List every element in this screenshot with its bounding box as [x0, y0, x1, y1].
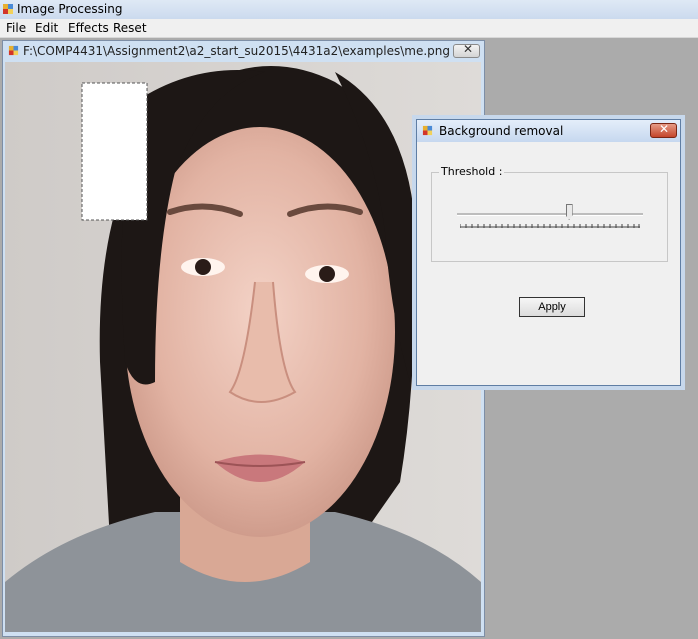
close-icon: ✕ — [659, 122, 670, 136]
menubar: File Edit Effects Reset — [0, 19, 698, 38]
threshold-group: Threshold : — [431, 165, 668, 262]
app-icon — [3, 4, 13, 14]
app-icon — [422, 125, 433, 136]
threshold-label: Threshold : — [439, 165, 505, 178]
menu-file[interactable]: File — [6, 21, 26, 35]
app-titlebar: Image Processing — [0, 0, 698, 19]
close-icon: ✕ — [463, 42, 474, 56]
menu-edit[interactable]: Edit — [35, 21, 58, 35]
threshold-slider-thumb[interactable] — [565, 204, 573, 220]
app-title: Image Processing — [17, 2, 123, 16]
image-canvas[interactable] — [5, 62, 481, 632]
threshold-slider-track[interactable] — [457, 213, 643, 216]
dialog-close-button[interactable]: ✕ — [650, 122, 677, 138]
background-removal-dialog: Background removal ✕ Threshold : Apply — [416, 119, 681, 386]
dialog-title: Background removal — [439, 124, 564, 138]
apply-button[interactable]: Apply — [519, 297, 585, 317]
portrait-image — [5, 62, 481, 632]
image-window-title: F:\COMP4431\Assignment2\a2_start_su2015\… — [23, 44, 451, 58]
dialog-body: Threshold : Apply — [419, 142, 678, 383]
threshold-slider-ticks — [460, 224, 640, 228]
menu-reset[interactable]: Reset — [113, 21, 147, 35]
image-window-close-button[interactable]: ✕ — [453, 42, 480, 58]
dialog-titlebar: Background removal ✕ — [417, 120, 680, 142]
app-icon — [8, 45, 19, 56]
menu-effects[interactable]: Effects — [68, 21, 109, 35]
image-window-titlebar: F:\COMP4431\Assignment2\a2_start_su2015\… — [3, 41, 484, 61]
